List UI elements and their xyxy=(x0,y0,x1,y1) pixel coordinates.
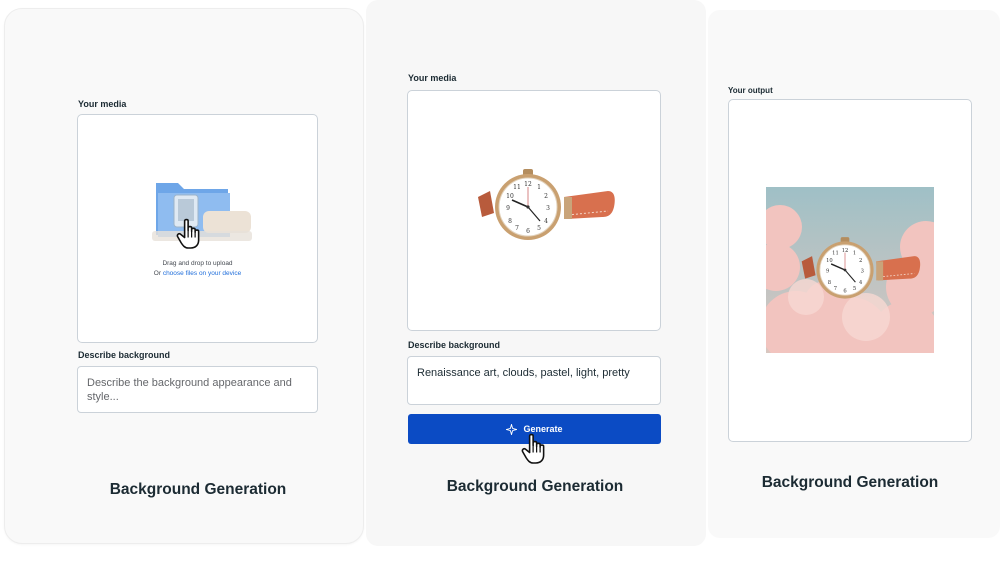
upload-or-text: Or xyxy=(153,270,161,277)
caption: Background Generation xyxy=(761,474,939,491)
caption: Background Generation xyxy=(109,481,287,498)
output-panel: Your output Background Generation xyxy=(708,10,1000,538)
media-preview xyxy=(407,90,661,331)
caption: Background Generation xyxy=(446,478,624,495)
generate-panel: Your media Describe background Renaissan… xyxy=(366,0,706,546)
output-label: Your output xyxy=(728,86,773,95)
describe-background-input[interactable]: Describe the background appearance and s… xyxy=(77,366,318,413)
upload-instruction: Drag and drop to upload xyxy=(162,260,233,267)
describe-background-input[interactable]: Renaissance art, clouds, pastel, light, … xyxy=(407,356,661,405)
describe-label: Describe background xyxy=(408,340,501,350)
watch-clouds-image xyxy=(766,187,934,353)
choose-files-link[interactable]: choose files on your device xyxy=(163,270,241,277)
hand-cursor-icon xyxy=(175,217,203,251)
folder-icon xyxy=(152,183,252,241)
media-label: Your media xyxy=(408,73,457,83)
describe-label: Describe background xyxy=(78,350,171,360)
upload-panel: Your media Drag and drop to upload Or ch… xyxy=(4,8,364,544)
upload-dropzone[interactable]: Drag and drop to upload Or choose files … xyxy=(77,114,318,343)
output-preview xyxy=(728,99,972,442)
media-label: Your media xyxy=(78,99,127,109)
watch-image xyxy=(468,167,618,247)
hand-cursor-icon xyxy=(520,432,548,466)
sparkle-icon xyxy=(506,423,518,435)
